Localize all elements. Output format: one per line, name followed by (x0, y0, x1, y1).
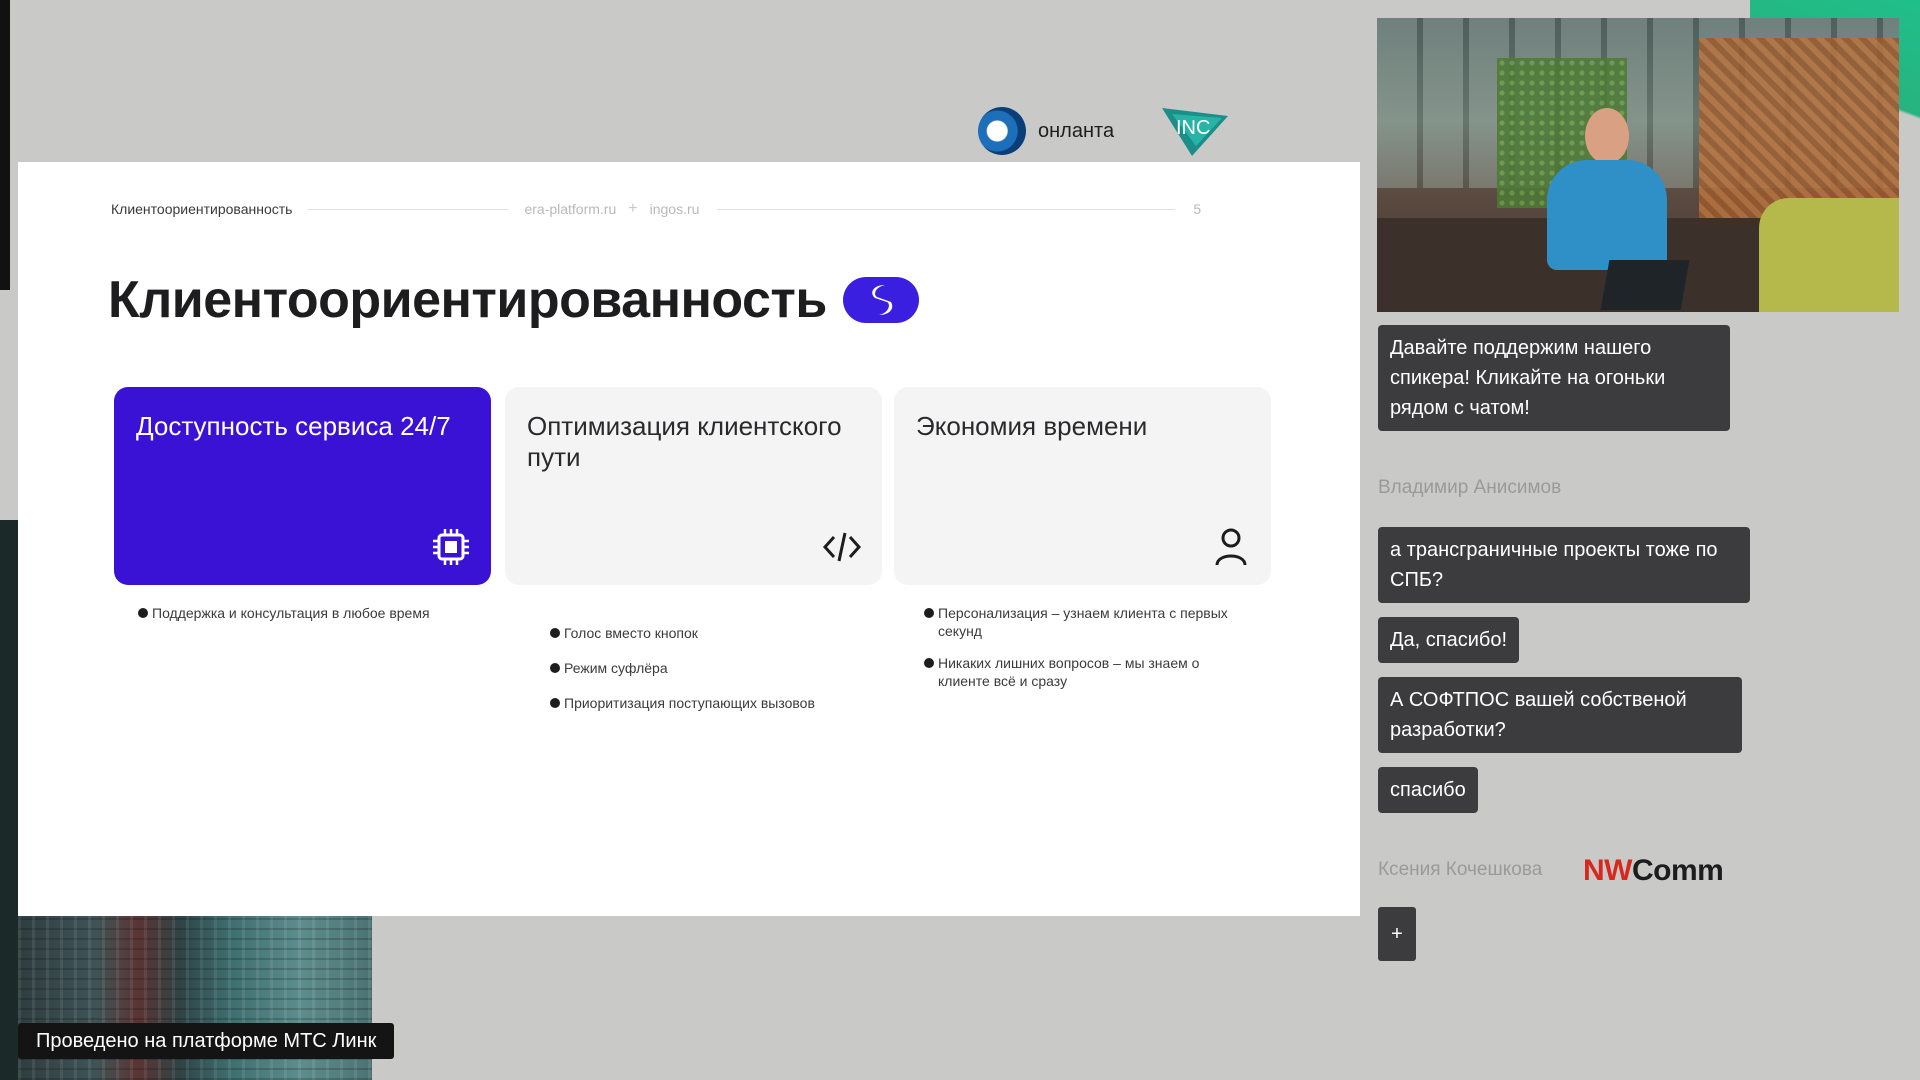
onlanta-logo-text: онланта (1038, 119, 1115, 142)
slide-header: Клиентоориентированность era-platform.ru… (111, 199, 1291, 219)
bullet-list-journey: Голос вместо кнопок Режим суфлёра Приори… (550, 624, 870, 729)
chat-message-text: а трансграничные проекты тоже по СПБ? (1378, 527, 1750, 603)
nwcomm-logo: NWComm (1583, 854, 1724, 888)
slide-site-2: ingos.ru (649, 201, 700, 217)
brand-mark-icon (842, 277, 919, 323)
code-icon (822, 532, 862, 562)
slide-title-text: Клиентоориентированность (108, 271, 827, 329)
chat-message: а трансграничные проекты тоже по СПБ? (1378, 527, 1750, 603)
chat-message-text: спасибо (1378, 767, 1478, 813)
chat-message: спасибо (1378, 767, 1478, 813)
chat-sender-name: Ксения Кочешкова (1378, 859, 1543, 880)
chat-message: Давайте поддержим нашего спикера! Кликай… (1378, 325, 1730, 431)
list-item: Режим суфлёра (550, 659, 870, 677)
chat-message-text: Давайте поддержим нашего спикера! Кликай… (1378, 325, 1730, 431)
chip-icon (433, 529, 469, 565)
list-item: Персонализация – узнаем клиента с первых… (924, 604, 1254, 640)
chat-sender-name: Владимир Анисимов (1378, 477, 1562, 498)
slide-page-number: 5 (1193, 201, 1202, 217)
card-title: Экономия времени (916, 411, 1148, 441)
header-divider (308, 208, 509, 210)
bullet-list-time: Персонализация – узнаем клиента с первых… (924, 604, 1254, 704)
speaker-figure (1600, 260, 1690, 310)
speaker-figure (1547, 160, 1667, 270)
header-divider (717, 208, 1176, 210)
nwcomm-logo-nw: NW (1583, 854, 1632, 887)
speaker-video[interactable] (1377, 18, 1899, 312)
card-customer-journey: Оптимизация клиентского пути (505, 387, 882, 585)
slide-plus: + (628, 200, 638, 217)
slide-site-1: era-platform.ru (524, 201, 617, 217)
video-background (1759, 198, 1899, 312)
inc-logo-icon: INC (1162, 106, 1229, 156)
slide-breadcrumb: Клиентоориентированность (111, 201, 293, 217)
list-item: Никаких лишних вопросов – мы знаем о кли… (924, 654, 1254, 690)
card-title: Оптимизация клиентского пути (527, 411, 842, 472)
list-item: Поддержка и консультация в любое время (138, 604, 498, 622)
svg-text:INC: INC (1176, 117, 1210, 139)
presentation-slide: Клиентоориентированность era-platform.ru… (18, 162, 1360, 916)
add-reaction-button[interactable]: + (1378, 907, 1416, 961)
speaker-figure (1547, 108, 1690, 310)
list-item: Голос вместо кнопок (550, 624, 870, 642)
speaker-figure (1585, 108, 1629, 164)
chat-message: Да, спасибо! (1378, 617, 1520, 663)
left-edge-decoration (0, 0, 10, 290)
slide-title: Клиентоориентированность (108, 270, 919, 330)
onlanta-logo-icon (978, 107, 1026, 155)
list-item: Приоритизация поступающих вызовов (550, 694, 870, 712)
card-time-saving: Экономия времени (894, 387, 1271, 585)
chat-message-text: А СОФТПОС вашей собственой разработки? (1378, 677, 1742, 753)
card-availability: Доступность сервиса 24/7 (114, 387, 491, 585)
left-edge-decoration-lower (0, 520, 18, 1080)
card-title: Доступность сервиса 24/7 (136, 411, 451, 441)
platform-badge: Проведено на платформе МТС Линк (18, 1023, 395, 1059)
nwcomm-logo-comm: Comm (1631, 854, 1724, 887)
partner-logos: онланта INC (978, 106, 1229, 156)
bullet-list-availability: Поддержка и консультация в любое время (138, 604, 498, 636)
chat-message: А СОФТПОС вашей собственой разработки? (1378, 677, 1742, 753)
person-icon (1215, 528, 1247, 566)
chat-message-text: Да, спасибо! (1378, 617, 1520, 663)
